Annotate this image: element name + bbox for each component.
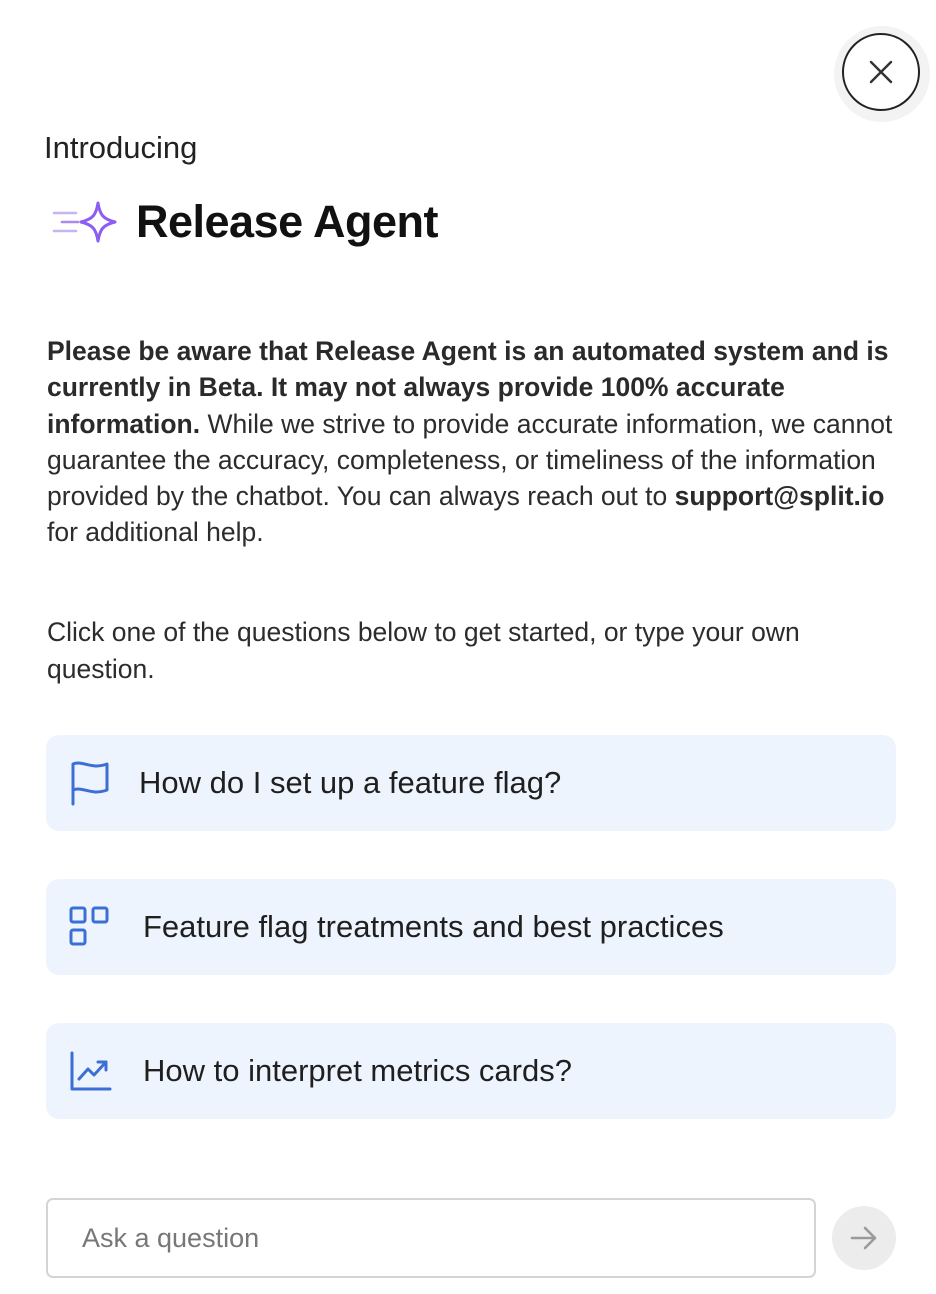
suggestion-setup-flag[interactable]: How do I set up a feature flag? — [46, 735, 896, 831]
suggestion-label: How do I set up a feature flag? — [139, 765, 562, 800]
flag-icon — [68, 761, 112, 806]
page-title: Release Agent — [136, 196, 438, 247]
disclaimer-text: Please be aware that Release Agent is an… — [47, 333, 907, 551]
close-button-halo — [834, 26, 930, 122]
release-agent-panel: Introducing Release Agent Please be awar… — [0, 0, 936, 1294]
instructions-text: Click one of the questions below to get … — [47, 617, 800, 684]
disclaimer-body-end: for additional help. — [47, 517, 264, 548]
suggestion-label: How to interpret metrics cards? — [143, 1053, 572, 1088]
title-row: Release Agent — [50, 196, 438, 248]
grid-icon — [68, 905, 112, 949]
close-icon — [869, 60, 893, 84]
suggestion-label: Feature flag treatments and best practic… — [143, 909, 724, 944]
chart-line-icon — [68, 1049, 112, 1093]
suggestion-treatments[interactable]: Feature flag treatments and best practic… — [46, 879, 896, 975]
send-button[interactable] — [832, 1206, 896, 1270]
intro-text: Introducing — [44, 130, 198, 165]
close-button[interactable] — [842, 33, 920, 111]
arrow-right-icon — [850, 1226, 877, 1250]
suggestion-metrics-cards[interactable]: How to interpret metrics cards? — [46, 1023, 896, 1119]
question-input[interactable] — [46, 1198, 816, 1278]
sparkle-icon — [52, 201, 117, 243]
support-email: support@split.io — [674, 481, 885, 512]
